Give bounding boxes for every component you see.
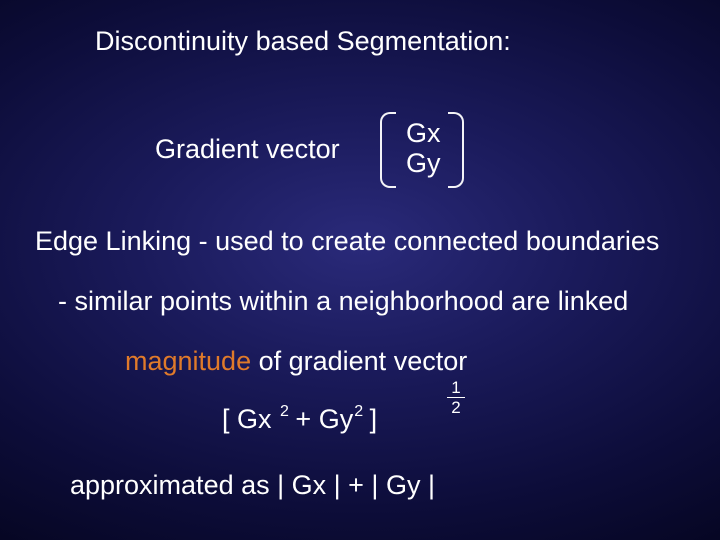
approximation-expression: | Gx | + | Gy | — [277, 470, 435, 500]
formula-exp-gx: 2 — [280, 403, 289, 420]
formula-mid: + Gy — [288, 404, 353, 434]
outer-exp-numerator: 1 — [451, 378, 460, 397]
edge-linking-text: Edge Linking - used to create connected … — [35, 226, 659, 257]
formula-exp-gy: 2 — [354, 403, 363, 420]
formula-open: [ Gx — [222, 404, 279, 434]
magnitude-rest: of gradient vector — [251, 346, 467, 376]
magnitude-word: magnitude — [125, 346, 251, 376]
magnitude-label: magnitude of gradient vector — [125, 346, 467, 377]
gradient-vector-bracket: Gx Gy — [380, 112, 464, 184]
gradient-gy: Gy — [406, 148, 441, 179]
outer-exp-denominator: 2 — [451, 398, 460, 417]
slide-title: Discontinuity based Segmentation: — [95, 26, 511, 57]
approximation-line: approximated as | Gx | + | Gy | — [70, 470, 435, 501]
magnitude-formula: [ Gx 2 + Gy2 ] — [222, 404, 377, 435]
left-bracket — [380, 112, 396, 188]
similar-points-text: - similar points within a neighborhood a… — [58, 286, 628, 317]
right-bracket — [448, 112, 464, 188]
gradient-vector-label: Gradient vector — [155, 134, 340, 165]
approximation-label: approximated as — [70, 470, 277, 500]
formula-close: ] — [362, 404, 377, 434]
gradient-gx: Gx — [406, 118, 441, 149]
outer-exponent-fraction: 1 2 — [447, 380, 465, 415]
